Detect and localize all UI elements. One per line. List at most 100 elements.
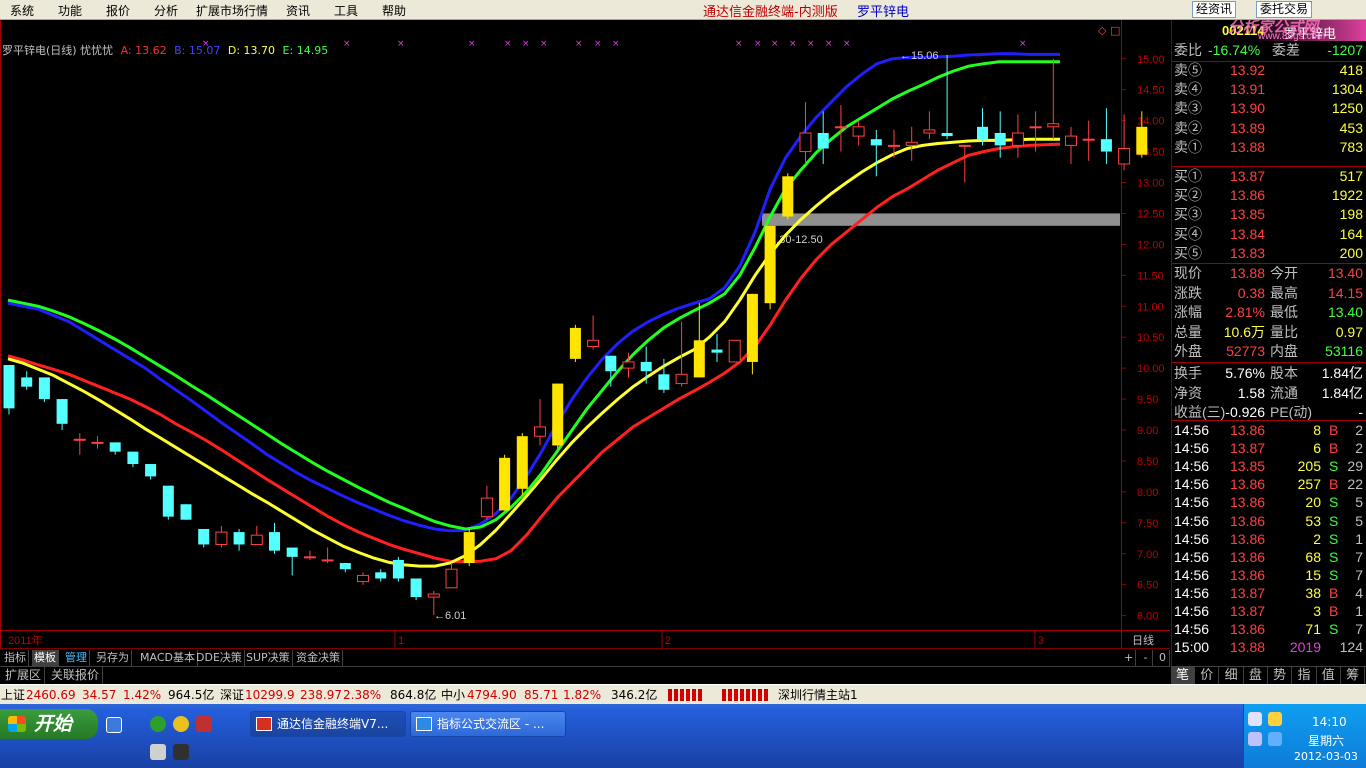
ask-row[interactable]: 卖⑤ 13.92 418 bbox=[1172, 61, 1366, 80]
ime-icon[interactable] bbox=[1248, 732, 1262, 746]
quote-tab-4[interactable]: 势 bbox=[1268, 667, 1293, 684]
tab-fund[interactable]: 资金决策 bbox=[294, 650, 343, 666]
tick-volume: 205 bbox=[1297, 458, 1321, 475]
server-name[interactable]: 深圳行情主站1 bbox=[778, 685, 858, 705]
quote-tab-7[interactable]: 筹 bbox=[1341, 667, 1366, 684]
tick-row[interactable]: 14:56 13.86 53 S 5 bbox=[1172, 512, 1366, 530]
signal-marker: × bbox=[735, 39, 743, 49]
tab-save-as[interactable]: 另存为 bbox=[94, 650, 132, 666]
menu-help[interactable]: 帮助 bbox=[382, 2, 406, 19]
tick-row[interactable]: 14:56 13.86 15 S 7 bbox=[1172, 566, 1366, 584]
task-tdx[interactable]: 通达信金融终端V7... bbox=[250, 711, 406, 737]
candle-body bbox=[1065, 135, 1077, 146]
tick-side: S bbox=[1329, 566, 1339, 583]
stat-value: 5.76% bbox=[1225, 365, 1265, 381]
bid-row[interactable]: 买⑤ 13.83 200 bbox=[1172, 244, 1366, 263]
candle-body bbox=[1100, 139, 1112, 152]
tick-time: 14:56 bbox=[1174, 458, 1210, 475]
tick-row[interactable]: 14:56 13.86 71 S 7 bbox=[1172, 620, 1366, 638]
menu-tools[interactable]: 工具 bbox=[334, 2, 358, 19]
candle-body bbox=[941, 133, 953, 137]
tab-indicator[interactable]: 指标 bbox=[2, 650, 29, 666]
reset-button[interactable]: 0 bbox=[1156, 650, 1170, 666]
security-icon[interactable] bbox=[1268, 732, 1282, 746]
bid-row[interactable]: 买① 13.87 517 bbox=[1172, 167, 1366, 186]
quote-tab-5[interactable]: 指 bbox=[1293, 667, 1317, 684]
tab-sup[interactable]: SUP决策 bbox=[244, 650, 293, 666]
zoom-out-button[interactable]: - bbox=[1139, 650, 1153, 666]
bid-price: 13.87 bbox=[1230, 168, 1266, 184]
browser-icon[interactable] bbox=[150, 716, 166, 732]
bid-row[interactable]: 买④ 13.84 164 bbox=[1172, 225, 1366, 244]
tick-row[interactable]: 14:56 13.87 38 B 4 bbox=[1172, 584, 1366, 602]
tab-manage[interactable]: 管理 bbox=[63, 650, 90, 666]
ask-price: 13.90 bbox=[1230, 100, 1266, 117]
menu-ext-market[interactable]: 扩展市场行情 bbox=[196, 2, 268, 19]
quote-tab-2[interactable]: 细 bbox=[1220, 667, 1244, 684]
show-desktop-icon[interactable] bbox=[106, 717, 122, 733]
candle-body bbox=[339, 563, 351, 570]
menu-quote[interactable]: 报价 bbox=[106, 2, 130, 19]
stat-row[interactable]: 现价 13.88 今开 13.40 bbox=[1172, 264, 1366, 283]
stat-row[interactable]: 涨幅 2.81% 最低 13.40 bbox=[1172, 303, 1366, 322]
tick-row[interactable]: 14:56 13.86 20 S 5 bbox=[1172, 493, 1366, 511]
stat-row[interactable]: 净资 1.58 流通 1.84亿 bbox=[1172, 384, 1366, 403]
ask-label: 卖① bbox=[1174, 138, 1202, 155]
task-forum[interactable]: 指标公式交流区 - ... bbox=[410, 711, 566, 737]
tab-macd[interactable]: MACD基本 bbox=[138, 650, 198, 666]
menu-system[interactable]: 系统 bbox=[10, 2, 34, 19]
help-icon[interactable] bbox=[173, 744, 189, 760]
ask-row[interactable]: 卖④ 13.91 1304 bbox=[1172, 80, 1366, 99]
ask-row[interactable]: 卖① 13.88 783 bbox=[1172, 138, 1366, 157]
tick-row[interactable]: 14:56 13.86 68 S 7 bbox=[1172, 548, 1366, 566]
tick-row[interactable]: 15:00 13.88 2019 124 bbox=[1172, 638, 1366, 656]
ask-row[interactable]: 卖② 13.89 453 bbox=[1172, 119, 1366, 138]
tick-side: S bbox=[1329, 458, 1339, 475]
bid-volume: 198 bbox=[1339, 206, 1363, 223]
weibi-row[interactable]: 委比 -16.74% 委差 -1207 bbox=[1172, 41, 1366, 60]
network-icon[interactable] bbox=[1248, 712, 1262, 726]
tick-row[interactable]: 14:56 13.86 257 B 22 bbox=[1172, 475, 1366, 493]
quote-tab-0[interactable]: 笔 bbox=[1171, 667, 1195, 684]
tick-row[interactable]: 14:56 13.87 6 B 2 bbox=[1172, 439, 1366, 457]
ask-label: 卖④ bbox=[1174, 81, 1202, 98]
tab-template[interactable]: 模板 bbox=[32, 650, 59, 666]
bid-row[interactable]: 买② 13.86 1922 bbox=[1172, 186, 1366, 205]
media-icon[interactable] bbox=[173, 716, 189, 732]
low-label: ←6.01 bbox=[434, 610, 466, 622]
tab-related-quote[interactable]: 关联报价 bbox=[48, 667, 104, 684]
start-button[interactable]: 开始 bbox=[0, 709, 98, 739]
weicha-label: 委差 bbox=[1272, 42, 1300, 58]
tick-row[interactable]: 14:56 13.87 3 B 1 bbox=[1172, 602, 1366, 620]
clock-time[interactable]: 14:10 bbox=[1312, 715, 1347, 729]
stat-row[interactable]: 外盘 52773 内盘 53116 bbox=[1172, 342, 1366, 361]
tab-dde[interactable]: DDE决策 bbox=[194, 650, 245, 666]
menu-info[interactable]: 资讯 bbox=[286, 2, 310, 19]
y-tick-label: 14.50 bbox=[1137, 85, 1165, 97]
quote-tab-3[interactable]: 盘 bbox=[1244, 667, 1268, 684]
tick-row[interactable]: 14:56 13.85 205 S 29 bbox=[1172, 457, 1366, 475]
zoom-in-button[interactable]: + bbox=[1122, 650, 1136, 666]
menu-analysis[interactable]: 分析 bbox=[154, 2, 178, 19]
quote-tab-1[interactable]: 价 bbox=[1195, 667, 1220, 684]
bid-row[interactable]: 买③ 13.85 198 bbox=[1172, 205, 1366, 224]
stat-row[interactable]: 涨跌 0.38 最高 14.15 bbox=[1172, 284, 1366, 303]
candle-body bbox=[622, 361, 635, 369]
tick-row[interactable]: 14:56 13.86 2 S 1 bbox=[1172, 530, 1366, 548]
keyboard-icon[interactable] bbox=[150, 744, 166, 760]
menu-function[interactable]: 功能 bbox=[58, 2, 82, 19]
stat-row[interactable]: 换手 5.76% 股本 1.84亿 bbox=[1172, 364, 1366, 383]
kline-chart[interactable]: 15.00 14.50 14.00 13.50 13.00 12.50 12.00 11.50… bbox=[0, 20, 1170, 648]
volume-icon[interactable] bbox=[1268, 712, 1282, 726]
stat-row[interactable]: 总量 10.6万 量比 0.97 bbox=[1172, 323, 1366, 342]
tab-ext-area[interactable]: 扩展区 bbox=[2, 667, 46, 684]
ask-row[interactable]: 卖③ 13.90 1250 bbox=[1172, 99, 1366, 118]
windows-logo-icon bbox=[8, 716, 26, 732]
tdx-icon bbox=[256, 717, 272, 731]
ask-label: 卖⑤ bbox=[1174, 62, 1202, 78]
y-tick-label: 6.00 bbox=[1137, 611, 1158, 623]
quote-tab-6[interactable]: 值 bbox=[1317, 667, 1341, 684]
app-quick-icon[interactable] bbox=[196, 716, 212, 732]
signal-marker: × bbox=[468, 39, 476, 49]
tick-row[interactable]: 14:56 13.86 8 B 2 bbox=[1172, 421, 1366, 439]
